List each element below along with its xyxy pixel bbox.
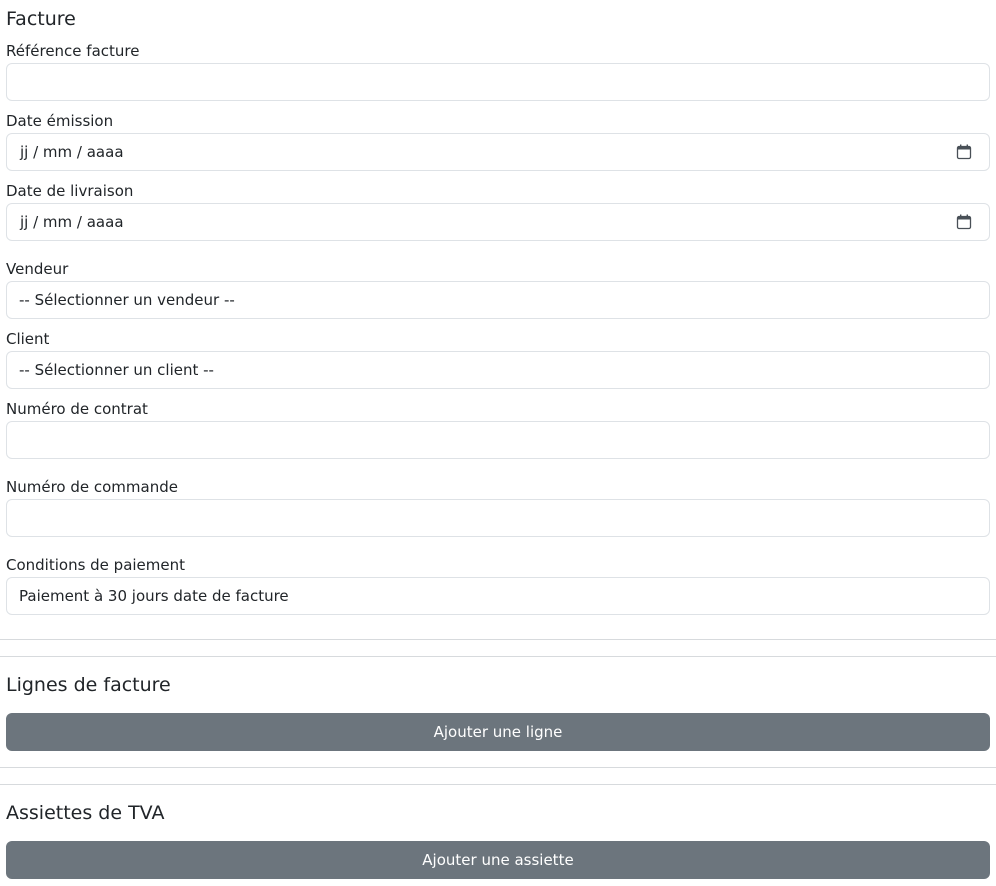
client-selected: -- Sélectionner un client -- (19, 361, 214, 379)
delivery-date-label: Date de livraison (6, 182, 134, 200)
delivery-date-input[interactable]: jj / mm / aaaa (6, 203, 990, 241)
reference-label: Référence facture (6, 42, 140, 60)
divider (0, 656, 996, 657)
order-number-label: Numéro de commande (6, 478, 178, 496)
section-title-vat: Assiettes de TVA (6, 802, 165, 824)
payment-terms-input[interactable]: Paiement à 30 jours date de facture (6, 577, 990, 615)
payment-terms-value: Paiement à 30 jours date de facture (19, 587, 289, 605)
divider (0, 767, 996, 768)
calendar-icon[interactable] (956, 144, 972, 160)
client-label: Client (6, 330, 50, 348)
issue-date-label: Date émission (6, 112, 114, 130)
section-title-invoice: Facture (6, 8, 76, 30)
add-vat-base-button[interactable]: Ajouter une assiette (6, 841, 990, 879)
contract-number-input[interactable] (6, 421, 990, 459)
seller-selected: -- Sélectionner un vendeur -- (19, 291, 235, 309)
payment-terms-label: Conditions de paiement (6, 556, 186, 574)
divider (0, 639, 996, 640)
order-number-input[interactable] (6, 499, 990, 537)
contract-number-label: Numéro de contrat (6, 400, 148, 418)
section-title-lines: Lignes de facture (6, 674, 171, 696)
issue-date-input[interactable]: jj / mm / aaaa (6, 133, 990, 171)
add-line-button[interactable]: Ajouter une ligne (6, 713, 990, 751)
delivery-date-placeholder: jj / mm / aaaa (20, 213, 124, 231)
seller-select[interactable]: -- Sélectionner un vendeur -- (6, 281, 990, 319)
reference-input[interactable] (6, 63, 990, 101)
issue-date-placeholder: jj / mm / aaaa (20, 143, 124, 161)
seller-label: Vendeur (6, 260, 69, 278)
calendar-icon[interactable] (956, 214, 972, 230)
divider (0, 784, 996, 785)
client-select[interactable]: -- Sélectionner un client -- (6, 351, 990, 389)
